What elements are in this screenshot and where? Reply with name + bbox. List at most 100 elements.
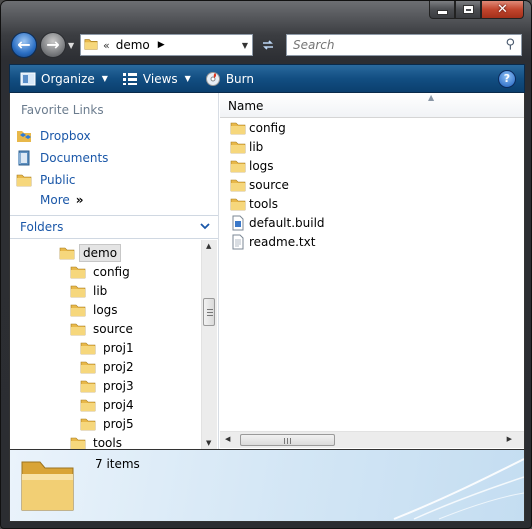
tree-item-label: proj4 <box>103 398 134 412</box>
folder-icon <box>70 304 86 317</box>
file-item-source[interactable]: source <box>230 176 289 194</box>
maximize-button[interactable] <box>455 1 481 19</box>
file-item-default-build[interactable]: default.build <box>230 214 325 232</box>
tree-item-proj4[interactable]: proj4 <box>80 396 137 414</box>
minimize-button[interactable] <box>429 1 455 19</box>
folders-header[interactable]: Folders <box>10 215 218 239</box>
file-item-label: default.build <box>249 216 325 230</box>
documents-icon <box>16 150 32 166</box>
organize-button[interactable]: Organize ▼ <box>16 70 112 88</box>
breadcrumb-arrow-icon[interactable]: ▶ <box>158 40 165 50</box>
tree-item-lib[interactable]: lib <box>70 282 110 300</box>
more-label: More <box>40 193 70 207</box>
breadcrumb-demo[interactable]: demo <box>116 38 150 52</box>
address-dropdown-icon[interactable]: ▼ <box>242 41 248 50</box>
folder-icon <box>230 198 246 211</box>
burn-button[interactable]: Burn <box>201 69 258 89</box>
more-chevron-icon: » <box>75 193 84 207</box>
file-item-logs[interactable]: logs <box>230 157 274 175</box>
favorite-link-public[interactable]: Public <box>16 170 76 190</box>
chevron-down-icon: ▼ <box>101 74 108 83</box>
more-links-button[interactable]: More » <box>40 193 84 207</box>
grip-line <box>207 312 213 313</box>
details-pane: 7 items <box>9 449 525 522</box>
folder-icon <box>80 418 96 431</box>
tree-item-label: proj1 <box>103 341 134 355</box>
search-box[interactable]: ⚲ <box>286 34 522 56</box>
back-button[interactable]: ← <box>11 32 37 58</box>
favorite-links-title: Favorite Links <box>21 103 104 117</box>
file-list-scrollbar[interactable]: ◀ ▶ <box>220 431 524 448</box>
file-item-lib[interactable]: lib <box>230 138 263 156</box>
folder-tree-scrollbar[interactable]: ▲ ▼ <box>201 240 217 449</box>
folder-icon <box>230 160 246 173</box>
tree-item-proj1[interactable]: proj1 <box>80 339 137 357</box>
favorite-link-label: Documents <box>40 151 109 165</box>
tree-item-label: proj2 <box>103 360 134 374</box>
folder-icon <box>80 342 96 355</box>
file-item-label: config <box>249 121 286 135</box>
dropbox-icon <box>16 128 32 144</box>
tree-item-proj3[interactable]: proj3 <box>80 377 137 395</box>
scroll-down-icon[interactable]: ▼ <box>206 439 211 447</box>
explorer-window: ✕ ← → ▼ « demo ▶ ▼ ⚲ Organize ▼ Views ▼ <box>0 0 532 529</box>
folder-icon <box>16 172 32 188</box>
folders-title: Folders <box>20 220 64 234</box>
refresh-button[interactable] <box>256 35 280 55</box>
tree-item-label: logs <box>93 303 118 317</box>
tree-item-tools[interactable]: tools <box>70 434 125 449</box>
file-item-tools[interactable]: tools <box>230 195 278 213</box>
tree-item-label: tools <box>93 436 122 449</box>
search-icon[interactable]: ⚲ <box>505 37 515 52</box>
arrow-left-icon: ← <box>17 35 31 54</box>
file-item-label: readme.txt <box>249 235 316 249</box>
favorite-link-dropbox[interactable]: Dropbox <box>16 126 91 146</box>
views-button[interactable]: Views ▼ <box>118 70 195 88</box>
sort-ascending-icon: ▲ <box>428 93 435 102</box>
file-item-label: tools <box>249 197 278 211</box>
tree-item-demo[interactable]: demo <box>59 244 122 262</box>
tree-item-label: lib <box>93 284 108 298</box>
file-item-label: logs <box>249 159 274 173</box>
scrollbar-thumb[interactable] <box>203 298 215 326</box>
views-label: Views <box>142 71 178 86</box>
decorative-swoosh <box>393 458 524 520</box>
tree-item-config[interactable]: config <box>70 263 133 281</box>
recent-pages-dropdown[interactable]: ▼ <box>68 41 74 50</box>
close-button[interactable]: ✕ <box>481 1 524 19</box>
favorite-link-label: Dropbox <box>40 129 91 143</box>
chevron-down-icon: ▼ <box>184 74 191 83</box>
tree-item-proj2[interactable]: proj2 <box>80 358 137 376</box>
tree-item-logs[interactable]: logs <box>70 301 121 319</box>
caption-buttons: ✕ <box>429 1 524 19</box>
search-input[interactable] <box>291 37 495 53</box>
folder-icon <box>59 247 75 260</box>
address-bar[interactable]: « demo ▶ ▼ <box>80 34 253 56</box>
scroll-left-icon[interactable]: ◀ <box>225 435 230 443</box>
tree-item-label: demo <box>79 244 122 262</box>
file-item-label: source <box>249 178 289 192</box>
tree-item-label: proj3 <box>103 379 134 393</box>
arrow-right-icon: → <box>46 35 60 54</box>
history-chevron[interactable]: « <box>103 39 110 52</box>
forward-button[interactable]: → <box>40 32 66 58</box>
help-button[interactable]: ? <box>498 70 516 88</box>
burn-label: Burn <box>225 71 254 86</box>
column-header-name[interactable]: Name ▲ <box>220 93 524 118</box>
file-item-config[interactable]: config <box>230 119 286 137</box>
scroll-right-icon[interactable]: ▶ <box>507 435 512 443</box>
grip-line <box>287 438 288 444</box>
tree-item-label: source <box>93 322 133 336</box>
file-item-readme[interactable]: readme.txt <box>230 233 315 251</box>
scroll-up-icon[interactable]: ▲ <box>206 242 211 250</box>
folder-icon <box>70 323 86 336</box>
command-bar: Organize ▼ Views ▼ Burn ? <box>9 64 525 93</box>
folder-icon <box>80 399 96 412</box>
maximize-icon <box>463 6 473 13</box>
tree-item-label: proj5 <box>103 417 134 431</box>
tree-item-source[interactable]: source <box>70 320 136 338</box>
scrollbar-thumb[interactable] <box>240 434 335 446</box>
favorite-link-documents[interactable]: Documents <box>16 148 108 168</box>
tree-item-proj5[interactable]: proj5 <box>80 415 137 433</box>
folder-icon <box>230 179 246 192</box>
